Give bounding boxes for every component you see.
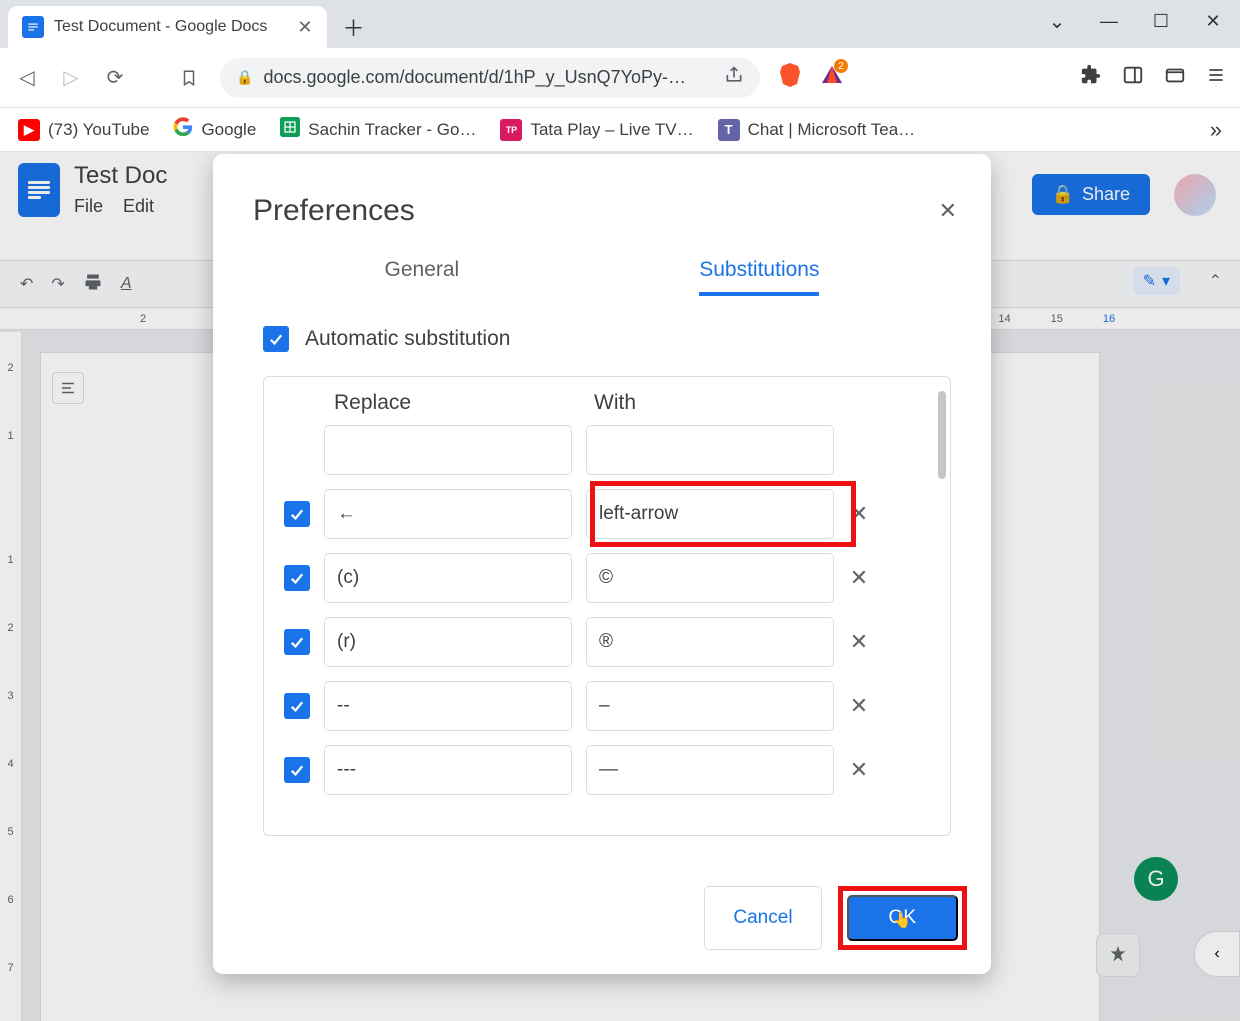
substitution-row: ✕ bbox=[284, 489, 920, 539]
auto-substitution-label: Automatic substitution bbox=[305, 327, 510, 351]
extensions-icon[interactable] bbox=[1080, 64, 1102, 91]
dialog-close-icon[interactable]: ✕ bbox=[939, 198, 957, 224]
substitution-row: ✕ bbox=[284, 553, 920, 603]
reload-icon[interactable]: ⟳ bbox=[102, 65, 128, 91]
browser-tab[interactable]: Test Document - Google Docs ✕ bbox=[8, 6, 327, 48]
delete-row-icon[interactable]: ✕ bbox=[848, 629, 870, 655]
auto-substitution-checkbox[interactable] bbox=[263, 326, 289, 352]
bookmark-label: Chat | Microsoft Tea… bbox=[748, 120, 916, 140]
bookmark-label: (73) YouTube bbox=[48, 120, 149, 140]
brave-rewards-icon[interactable]: 2 bbox=[820, 63, 844, 92]
with-input[interactable] bbox=[586, 425, 834, 475]
teams-icon: T bbox=[718, 119, 740, 141]
omnibox[interactable]: 🔒 docs.google.com/document/d/1hP_y_UsnQ7… bbox=[220, 58, 760, 98]
youtube-icon: ▶ bbox=[18, 119, 40, 141]
bookmark-label: Google bbox=[201, 120, 256, 140]
delete-row-icon[interactable]: ✕ bbox=[848, 565, 870, 591]
scrollbar-thumb[interactable] bbox=[938, 391, 946, 479]
row-checkbox[interactable] bbox=[284, 757, 310, 783]
bookmark-teams[interactable]: T Chat | Microsoft Tea… bbox=[718, 119, 916, 141]
bookmarks-bar: ▶ (73) YouTube Google Sachin Tracker - Go… bbox=[0, 108, 1240, 152]
preferences-dialog: Preferences ✕ General Substitutions Auto… bbox=[213, 154, 991, 974]
with-input[interactable] bbox=[586, 553, 834, 603]
cancel-button[interactable]: Cancel bbox=[704, 886, 821, 950]
column-with: With bbox=[594, 391, 636, 415]
wallet-icon[interactable] bbox=[1164, 64, 1186, 91]
row-checkbox[interactable] bbox=[284, 693, 310, 719]
tataplay-icon: TP bbox=[500, 119, 522, 141]
lock-icon: 🔒 bbox=[236, 69, 253, 86]
row-checkbox-placeholder bbox=[284, 437, 310, 463]
replace-input[interactable] bbox=[324, 489, 572, 539]
tab-close-icon[interactable]: ✕ bbox=[297, 17, 312, 38]
browser-window: Test Document - Google Docs ✕ ＋ ⌄ — ☐ ✕ … bbox=[0, 0, 1240, 1021]
sheets-icon bbox=[280, 117, 300, 142]
replace-input[interactable] bbox=[324, 745, 572, 795]
with-input[interactable] bbox=[586, 617, 834, 667]
tab-strip: Test Document - Google Docs ✕ ＋ ⌄ — ☐ ✕ bbox=[0, 0, 1240, 48]
maximize-icon[interactable]: ☐ bbox=[1140, 6, 1182, 36]
with-input[interactable] bbox=[586, 745, 834, 795]
substitutions-table: Replace With ✕ ✕ ✕ ✕ ✕ bbox=[263, 376, 951, 836]
substitution-row: ✕ bbox=[284, 745, 920, 795]
tabs-dropdown-icon[interactable]: ⌄ bbox=[1036, 6, 1078, 36]
replace-input[interactable] bbox=[324, 553, 572, 603]
brave-shields-icon[interactable] bbox=[778, 61, 802, 94]
row-checkbox[interactable] bbox=[284, 565, 310, 591]
bookmark-youtube[interactable]: ▶ (73) YouTube bbox=[18, 119, 149, 141]
docs-favicon bbox=[22, 16, 44, 38]
forward-icon[interactable]: ▷ bbox=[58, 65, 84, 91]
with-input[interactable] bbox=[586, 681, 834, 731]
sidepanel-icon[interactable] bbox=[1122, 64, 1144, 91]
app-menu-icon[interactable] bbox=[1206, 65, 1226, 90]
google-icon bbox=[173, 117, 193, 142]
delete-row-icon[interactable]: ✕ bbox=[848, 693, 870, 719]
bookmark-sheets[interactable]: Sachin Tracker - Go… bbox=[280, 117, 476, 142]
dialog-title: Preferences bbox=[253, 194, 951, 228]
bookmark-icon[interactable] bbox=[176, 65, 202, 91]
new-tab-button[interactable]: ＋ bbox=[339, 12, 369, 42]
replace-input[interactable] bbox=[324, 425, 572, 475]
bookmark-label: Tata Play – Live TV… bbox=[530, 120, 693, 140]
dialog-tabs: General Substitutions bbox=[213, 238, 991, 296]
window-controls: ⌄ — ☐ ✕ bbox=[1036, 6, 1234, 36]
close-window-icon[interactable]: ✕ bbox=[1192, 6, 1234, 36]
url-text: docs.google.com/document/d/1hP_y_UsnQ7Yo… bbox=[263, 67, 686, 88]
browser-toolbar: ◁ ▷ ⟳ 🔒 docs.google.com/document/d/1hP_y… bbox=[0, 48, 1240, 108]
row-checkbox[interactable] bbox=[284, 629, 310, 655]
delete-row-icon[interactable]: ✕ bbox=[848, 757, 870, 783]
minimize-icon[interactable]: — bbox=[1088, 6, 1130, 36]
share-icon[interactable] bbox=[724, 65, 744, 90]
ok-button[interactable]: OK 👆 bbox=[847, 895, 958, 941]
bookmark-tataplay[interactable]: TP Tata Play – Live TV… bbox=[500, 119, 693, 141]
bookmarks-overflow-icon[interactable]: » bbox=[1210, 117, 1222, 143]
replace-input[interactable] bbox=[324, 681, 572, 731]
tab-title: Test Document - Google Docs bbox=[54, 18, 267, 36]
delete-row-icon[interactable]: ✕ bbox=[848, 501, 870, 527]
column-replace: Replace bbox=[334, 391, 594, 415]
tab-substitutions[interactable]: Substitutions bbox=[699, 258, 819, 296]
tab-general[interactable]: General bbox=[385, 258, 460, 296]
bookmark-google[interactable]: Google bbox=[173, 117, 256, 142]
substitution-row: ✕ bbox=[284, 681, 920, 731]
substitution-row bbox=[284, 425, 920, 475]
substitution-row: ✕ bbox=[284, 617, 920, 667]
docs-app: Test Doc File Edit 🔒Share ↶ ↷ A ✎▾ ⌃ 2 1… bbox=[0, 152, 1240, 1021]
row-checkbox[interactable] bbox=[284, 501, 310, 527]
badge-count: 2 bbox=[834, 59, 848, 73]
highlight-annotation: OK 👆 bbox=[838, 886, 967, 950]
cursor-icon: 👆 bbox=[893, 911, 912, 929]
replace-input[interactable] bbox=[324, 617, 572, 667]
bookmark-label: Sachin Tracker - Go… bbox=[308, 120, 476, 140]
with-input[interactable] bbox=[586, 489, 834, 539]
back-icon[interactable]: ◁ bbox=[14, 65, 40, 91]
